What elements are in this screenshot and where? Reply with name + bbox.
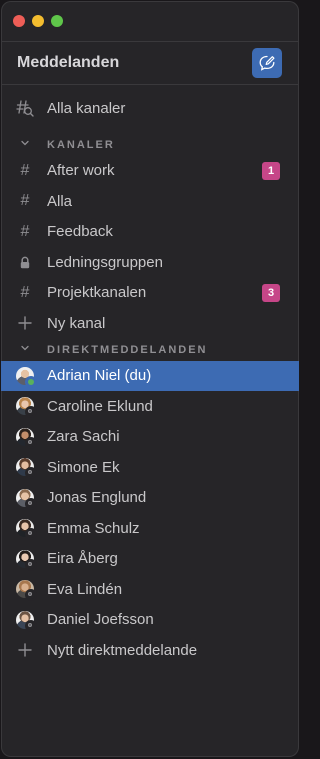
direct-messages-section-header[interactable]: DIREKTMEDDELANDEN bbox=[1, 339, 299, 361]
dm-label: Emma Schulz bbox=[47, 519, 140, 537]
unread-badge: 3 bbox=[262, 283, 280, 302]
offline-status-icon bbox=[25, 497, 37, 510]
add-channel-button[interactable]: Ny kanal bbox=[1, 308, 299, 339]
hash-icon: # bbox=[20, 192, 30, 210]
offline-status-icon bbox=[25, 558, 37, 571]
hash-icon: # bbox=[20, 222, 30, 240]
avatar bbox=[16, 397, 37, 419]
dm-item-zara-sachi[interactable]: Zara Sachi bbox=[1, 422, 299, 453]
lock-icon bbox=[15, 252, 35, 272]
maximize-window-button[interactable] bbox=[51, 15, 63, 27]
hash-icon: # bbox=[20, 161, 30, 179]
offline-status-icon bbox=[25, 406, 37, 419]
dm-item-eira-aberg[interactable]: Eira Åberg bbox=[1, 544, 299, 575]
offline-status-icon bbox=[25, 589, 37, 602]
all-channels-item[interactable]: Alla kanaler bbox=[1, 93, 299, 124]
add-direct-message-label: Nytt direktmeddelande bbox=[47, 641, 198, 659]
channel-label: After work bbox=[47, 162, 115, 180]
chevron-down-icon bbox=[21, 345, 29, 350]
dm-label: Eira Åberg bbox=[47, 550, 118, 568]
channel-search-icon bbox=[15, 98, 35, 118]
plus-icon bbox=[15, 640, 35, 660]
dm-label: Jonas Englund bbox=[47, 489, 147, 507]
hash-icon: # bbox=[20, 283, 30, 301]
channel-label: Feedback bbox=[47, 223, 113, 241]
compose-icon bbox=[259, 55, 275, 71]
dm-item-jonas-englund[interactable]: Jonas Englund bbox=[1, 483, 299, 514]
avatar bbox=[16, 458, 37, 480]
direct-messages-section-label: DIREKTMEDDELANDEN bbox=[47, 343, 208, 356]
avatar bbox=[16, 519, 37, 541]
avatar bbox=[16, 366, 37, 388]
channel-item-ledningsgruppen[interactable]: Ledningsgruppen bbox=[1, 247, 299, 278]
channel-item-alla[interactable]: # Alla bbox=[1, 186, 299, 217]
channels-section-header[interactable]: KANALER bbox=[1, 134, 299, 156]
chevron-down-icon bbox=[21, 140, 29, 145]
all-channels-label: Alla kanaler bbox=[47, 99, 126, 117]
channel-item-after-work[interactable]: # After work 1 bbox=[1, 156, 299, 187]
dm-label: Adrian Niel (du) bbox=[47, 367, 152, 385]
plus-icon bbox=[15, 313, 35, 333]
channel-label: Ledningsgruppen bbox=[47, 253, 163, 271]
avatar bbox=[16, 488, 37, 510]
dm-item-adrian-niel[interactable]: Adrian Niel (du) bbox=[1, 360, 299, 391]
channel-label: Alla bbox=[47, 192, 73, 210]
avatar bbox=[16, 610, 37, 632]
avatar bbox=[16, 580, 37, 602]
channel-item-projektkanalen[interactable]: # Projektkanalen 3 bbox=[1, 278, 299, 309]
channel-item-feedback[interactable]: # Feedback bbox=[1, 217, 299, 248]
dm-label: Zara Sachi bbox=[47, 428, 120, 446]
close-window-button[interactable] bbox=[13, 15, 25, 27]
page-title: Meddelanden bbox=[17, 54, 120, 71]
dm-item-eva-linden[interactable]: Eva Lindén bbox=[1, 574, 299, 605]
dm-label: Simone Ek bbox=[47, 458, 120, 476]
avatar bbox=[16, 549, 37, 571]
offline-status-icon bbox=[25, 467, 37, 480]
dm-item-daniel-joefsson[interactable]: Daniel Joefsson bbox=[1, 605, 299, 636]
add-direct-message-button[interactable]: Nytt direktmeddelande bbox=[1, 635, 299, 666]
offline-status-icon bbox=[25, 436, 37, 449]
dm-label: Caroline Eklund bbox=[47, 397, 153, 415]
unread-badge: 1 bbox=[262, 161, 280, 180]
messages-window: Meddelanden Alla kanaler KANALER # After… bbox=[1, 1, 299, 757]
add-channel-label: Ny kanal bbox=[47, 314, 106, 332]
avatar bbox=[16, 427, 37, 449]
online-status-icon bbox=[25, 375, 37, 388]
channels-section-label: KANALER bbox=[47, 138, 115, 151]
dm-label: Eva Lindén bbox=[47, 580, 123, 598]
sidebar-header: Meddelanden bbox=[1, 42, 299, 84]
dm-item-simone-ek[interactable]: Simone Ek bbox=[1, 452, 299, 483]
dm-label: Daniel Joefsson bbox=[47, 611, 154, 629]
compose-button[interactable] bbox=[252, 48, 282, 78]
channel-label: Projektkanalen bbox=[47, 284, 147, 302]
dm-item-caroline-eklund[interactable]: Caroline Eklund bbox=[1, 391, 299, 422]
minimize-window-button[interactable] bbox=[32, 15, 44, 27]
title-bar bbox=[1, 1, 299, 41]
offline-status-icon bbox=[25, 528, 37, 541]
dm-item-emma-schulz[interactable]: Emma Schulz bbox=[1, 513, 299, 544]
offline-status-icon bbox=[25, 619, 37, 632]
